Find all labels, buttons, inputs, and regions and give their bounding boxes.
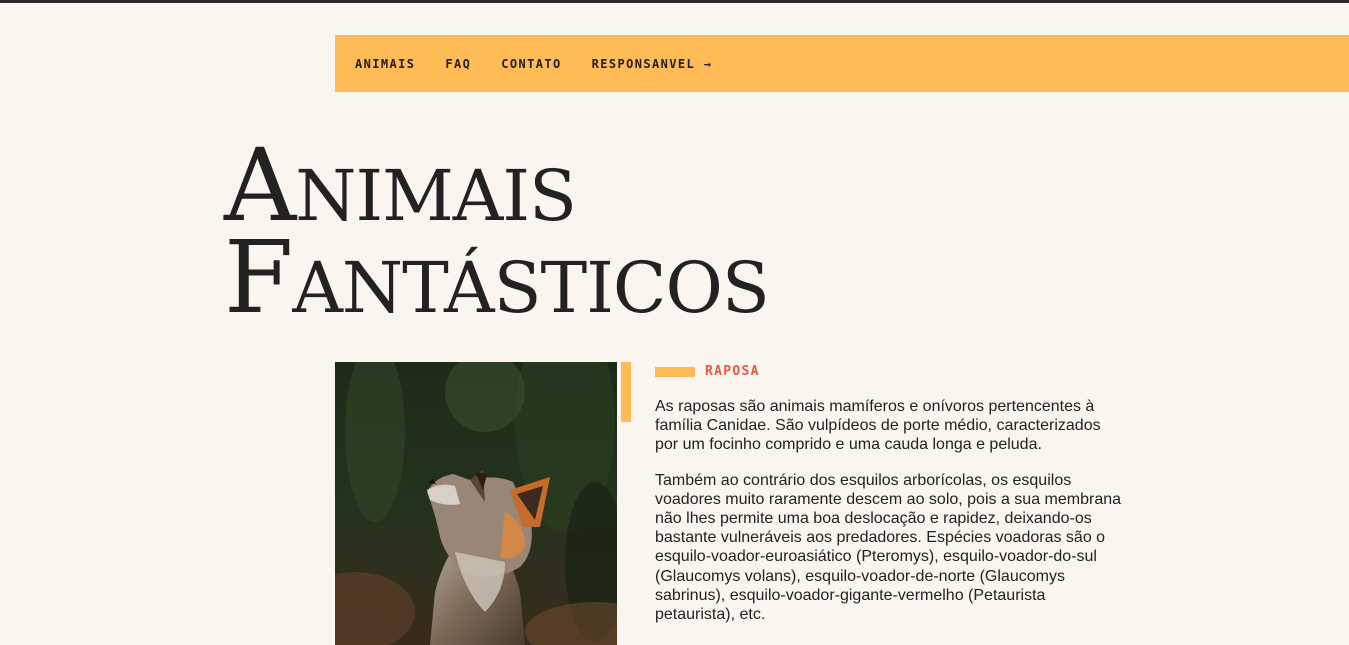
animal-title: RAPOSA: [705, 364, 760, 379]
accent-bar: [621, 362, 631, 422]
nav-link-animais[interactable]: ANIMAIS: [355, 57, 415, 71]
nav-link-contato[interactable]: CONTATO: [501, 57, 561, 71]
description-paragraph-2: Também ao contrário dos esquilos arboríc…: [655, 471, 1122, 624]
nav-link-faq[interactable]: FAQ: [445, 57, 471, 71]
animal-description: As raposas são animais mamíferos e onívo…: [655, 397, 1125, 640]
heading-dash: [655, 366, 695, 377]
main-nav: ANIMAIS FAQ CONTATO RESPONSANVEL →: [335, 35, 1349, 92]
page-title-line-2: Fantásticos: [224, 219, 770, 336]
animal-heading: RAPOSA: [655, 364, 760, 379]
fox-photo: [335, 362, 617, 645]
top-border: [0, 0, 1349, 3]
description-paragraph-1: As raposas são animais mamíferos e onívo…: [655, 398, 1101, 454]
nav-link-responsavel[interactable]: RESPONSANVEL →: [592, 57, 713, 71]
page-title: Animais Fantásticos: [224, 136, 770, 336]
